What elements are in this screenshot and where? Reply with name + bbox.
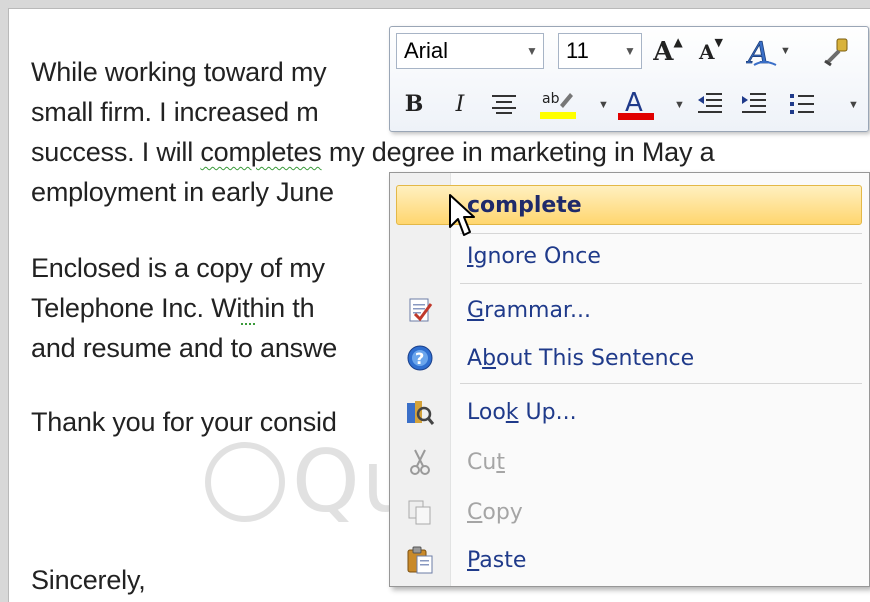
align-center-icon (492, 95, 516, 114)
help-icon: ? (404, 342, 436, 374)
accelerator-key: G (467, 297, 485, 323)
format-painter-icon (824, 38, 848, 67)
chevron-down-icon[interactable]: ▼ (521, 34, 543, 68)
menu-separator (460, 383, 862, 384)
label-part: opy (482, 499, 523, 525)
format-painter-button[interactable] (818, 33, 854, 71)
label-part: Loo (467, 399, 506, 425)
styles-icon: A (746, 36, 777, 69)
mouse-cursor-icon (448, 193, 476, 244)
doc-line-1: While working toward my (31, 57, 327, 87)
doc-line-5: Enclosed is a copy of my (31, 253, 325, 283)
font-size-value: 11 (566, 38, 589, 63)
menu-item-label: About This Sentence (467, 346, 694, 371)
svg-text:ab: ab (542, 91, 560, 107)
font-color-button[interactable]: A (618, 85, 654, 123)
bold-icon: B (404, 91, 424, 117)
copy-icon (404, 496, 436, 528)
highlighter-icon: ab (540, 91, 576, 119)
menu-item-grammar[interactable]: Grammar... (390, 287, 869, 333)
shrink-font-icon: A (699, 40, 715, 64)
svg-text:?: ? (415, 349, 424, 368)
chevron-down-icon[interactable]: ▼ (674, 99, 685, 111)
chevron-down-icon[interactable]: ▼ (848, 99, 859, 111)
doc-text: my degree in marketing in May a (321, 137, 715, 167)
bullet-list-icon (790, 94, 814, 114)
bold-button[interactable]: B (396, 85, 432, 123)
grammar-check-icon (404, 294, 436, 326)
accelerator-key: k (505, 399, 519, 425)
menu-item-copy: Copy (390, 489, 869, 535)
chevron-down-icon[interactable]: ▼ (780, 45, 791, 57)
label-part: Up... (518, 399, 577, 425)
doc-line-6: Telephone Inc. Within th (31, 293, 315, 324)
accelerator-key: b (482, 345, 497, 371)
menu-item-label: Ignore Once (467, 244, 601, 269)
styles-button[interactable]: A (745, 33, 781, 71)
menu-item-paste[interactable]: Paste (390, 537, 869, 583)
scissors-icon (404, 446, 436, 478)
italic-icon: I (455, 91, 465, 117)
doc-text: Telephone Inc. (31, 293, 204, 323)
accelerator-key: C (467, 499, 483, 525)
grow-font-icon: A (653, 37, 674, 67)
accelerator-key: t (496, 449, 505, 475)
doc-line-2: small firm. I increased m (31, 97, 319, 127)
label-part: rammar... (484, 297, 591, 323)
doc-line-9: Sincerely, (31, 565, 146, 595)
accelerator-key: P (467, 547, 480, 573)
watermark-logo (205, 442, 285, 522)
menu-item-look-up[interactable]: Look Up... (390, 389, 869, 435)
label-part: gnore Once (473, 243, 601, 269)
menu-item-label: Cut (467, 450, 505, 475)
doc-line-4: employment in early June (31, 177, 334, 207)
grow-font-button[interactable]: A ▲ (650, 33, 686, 71)
suggestion-label: complete (467, 192, 582, 218)
menu-item-cut: Cut (390, 439, 869, 485)
font-size-combo[interactable]: 11 ▼ (558, 33, 642, 69)
label-part: aste (479, 547, 527, 573)
grammar-error-word[interactable]: completes (200, 137, 321, 167)
center-align-button[interactable] (486, 85, 522, 123)
menu-separator (460, 283, 862, 284)
doc-line-3: success. I will completes my degree in m… (31, 137, 715, 168)
increase-indent-icon (742, 93, 766, 113)
font-name-combo[interactable]: Arial ▼ (396, 33, 544, 69)
doc-line-7: and resume and to answe (31, 333, 338, 363)
decrease-indent-button[interactable] (692, 85, 728, 123)
highlight-button[interactable]: ab (540, 85, 576, 123)
chevron-down-icon[interactable]: ▼ (598, 99, 609, 111)
menu-item-label: Look Up... (467, 400, 577, 425)
menu-item-label: Paste (467, 548, 526, 573)
label-part: Cu (467, 449, 497, 475)
bullets-button[interactable] (784, 85, 820, 123)
research-icon (404, 396, 436, 428)
chevron-down-icon[interactable]: ▼ (619, 34, 641, 68)
italic-button[interactable]: I (442, 85, 478, 123)
doc-text: Within th (203, 293, 315, 323)
label-part: out This Sentence (496, 345, 695, 371)
mini-toolbar: Arial ▼ 11 ▼ A ▲ A ▼ A ▼ B I ab ▼ A ▼ ▼ (389, 26, 869, 132)
menu-item-label: Copy (467, 500, 523, 525)
paste-icon (404, 544, 436, 576)
menu-item-about-sentence[interactable]: ? About This Sentence (390, 335, 869, 381)
label-part: A (467, 345, 483, 371)
grammar-squiggle (241, 319, 255, 325)
font-name-value: Arial (404, 38, 449, 63)
doc-text: success. I will (31, 137, 201, 167)
doc-line-8: Thank you for your consid (31, 407, 337, 437)
font-color-icon: A (618, 88, 654, 120)
increase-indent-button[interactable] (736, 85, 772, 123)
menu-item-label: Grammar... (467, 298, 591, 323)
shrink-font-button[interactable]: A ▼ (693, 33, 729, 71)
decrease-indent-icon (698, 93, 722, 113)
